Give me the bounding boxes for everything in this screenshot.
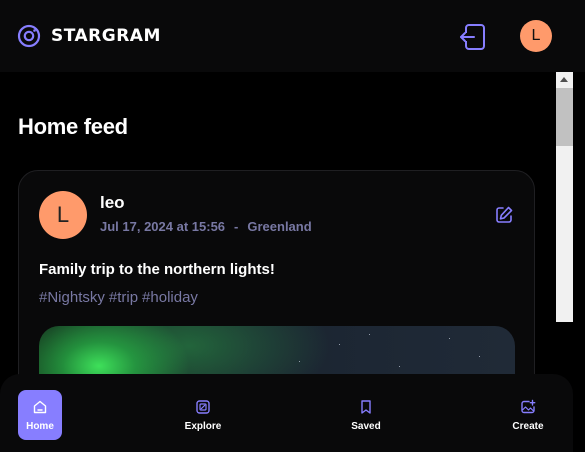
nav-explore[interactable]: Explore xyxy=(173,390,233,440)
nav-saved[interactable]: Saved xyxy=(336,390,396,440)
logo-icon xyxy=(17,24,41,48)
nav-create[interactable]: Create xyxy=(498,390,558,440)
post-caption: Family trip to the northern lights! xyxy=(39,261,275,278)
nav-home-label: Home xyxy=(26,420,54,432)
post-tag[interactable]: #Nightsky xyxy=(39,289,105,306)
post-tags: #Nightsky #trip #holiday xyxy=(39,289,198,306)
page-edge xyxy=(573,72,585,322)
post-tag[interactable]: #holiday xyxy=(142,289,198,306)
explore-icon xyxy=(196,399,210,414)
scroll-up-arrow[interactable] xyxy=(556,72,573,88)
top-bar: STARGRAM L xyxy=(0,0,585,72)
app-logo[interactable]: STARGRAM xyxy=(17,24,161,48)
edit-icon[interactable] xyxy=(494,205,514,225)
profile-avatar[interactable]: L xyxy=(520,20,552,52)
logout-icon[interactable] xyxy=(457,22,487,52)
bookmark-icon xyxy=(361,399,371,414)
nav-saved-label: Saved xyxy=(351,420,381,432)
nav-home[interactable]: Home xyxy=(18,390,62,440)
page-title: Home feed xyxy=(18,114,128,139)
bottom-nav: Home Explore Saved Create xyxy=(0,374,573,452)
post-location: Greenland xyxy=(247,219,312,234)
meta-separator: - xyxy=(234,219,239,234)
post-tag[interactable]: #trip xyxy=(109,289,138,306)
nav-explore-label: Explore xyxy=(184,420,222,432)
scrollbar-thumb[interactable] xyxy=(556,88,573,146)
nav-create-label: Create xyxy=(512,420,544,432)
post-timestamp: Jul 17, 2024 at 15:56 xyxy=(100,219,226,234)
post-author-avatar[interactable]: L xyxy=(39,191,87,239)
post-meta: Jul 17, 2024 at 15:56 - Greenland xyxy=(100,219,312,234)
home-icon xyxy=(33,400,47,413)
app-name: STARGRAM xyxy=(51,26,161,46)
post-author-name[interactable]: leo xyxy=(100,193,125,213)
create-image-icon xyxy=(521,399,536,413)
